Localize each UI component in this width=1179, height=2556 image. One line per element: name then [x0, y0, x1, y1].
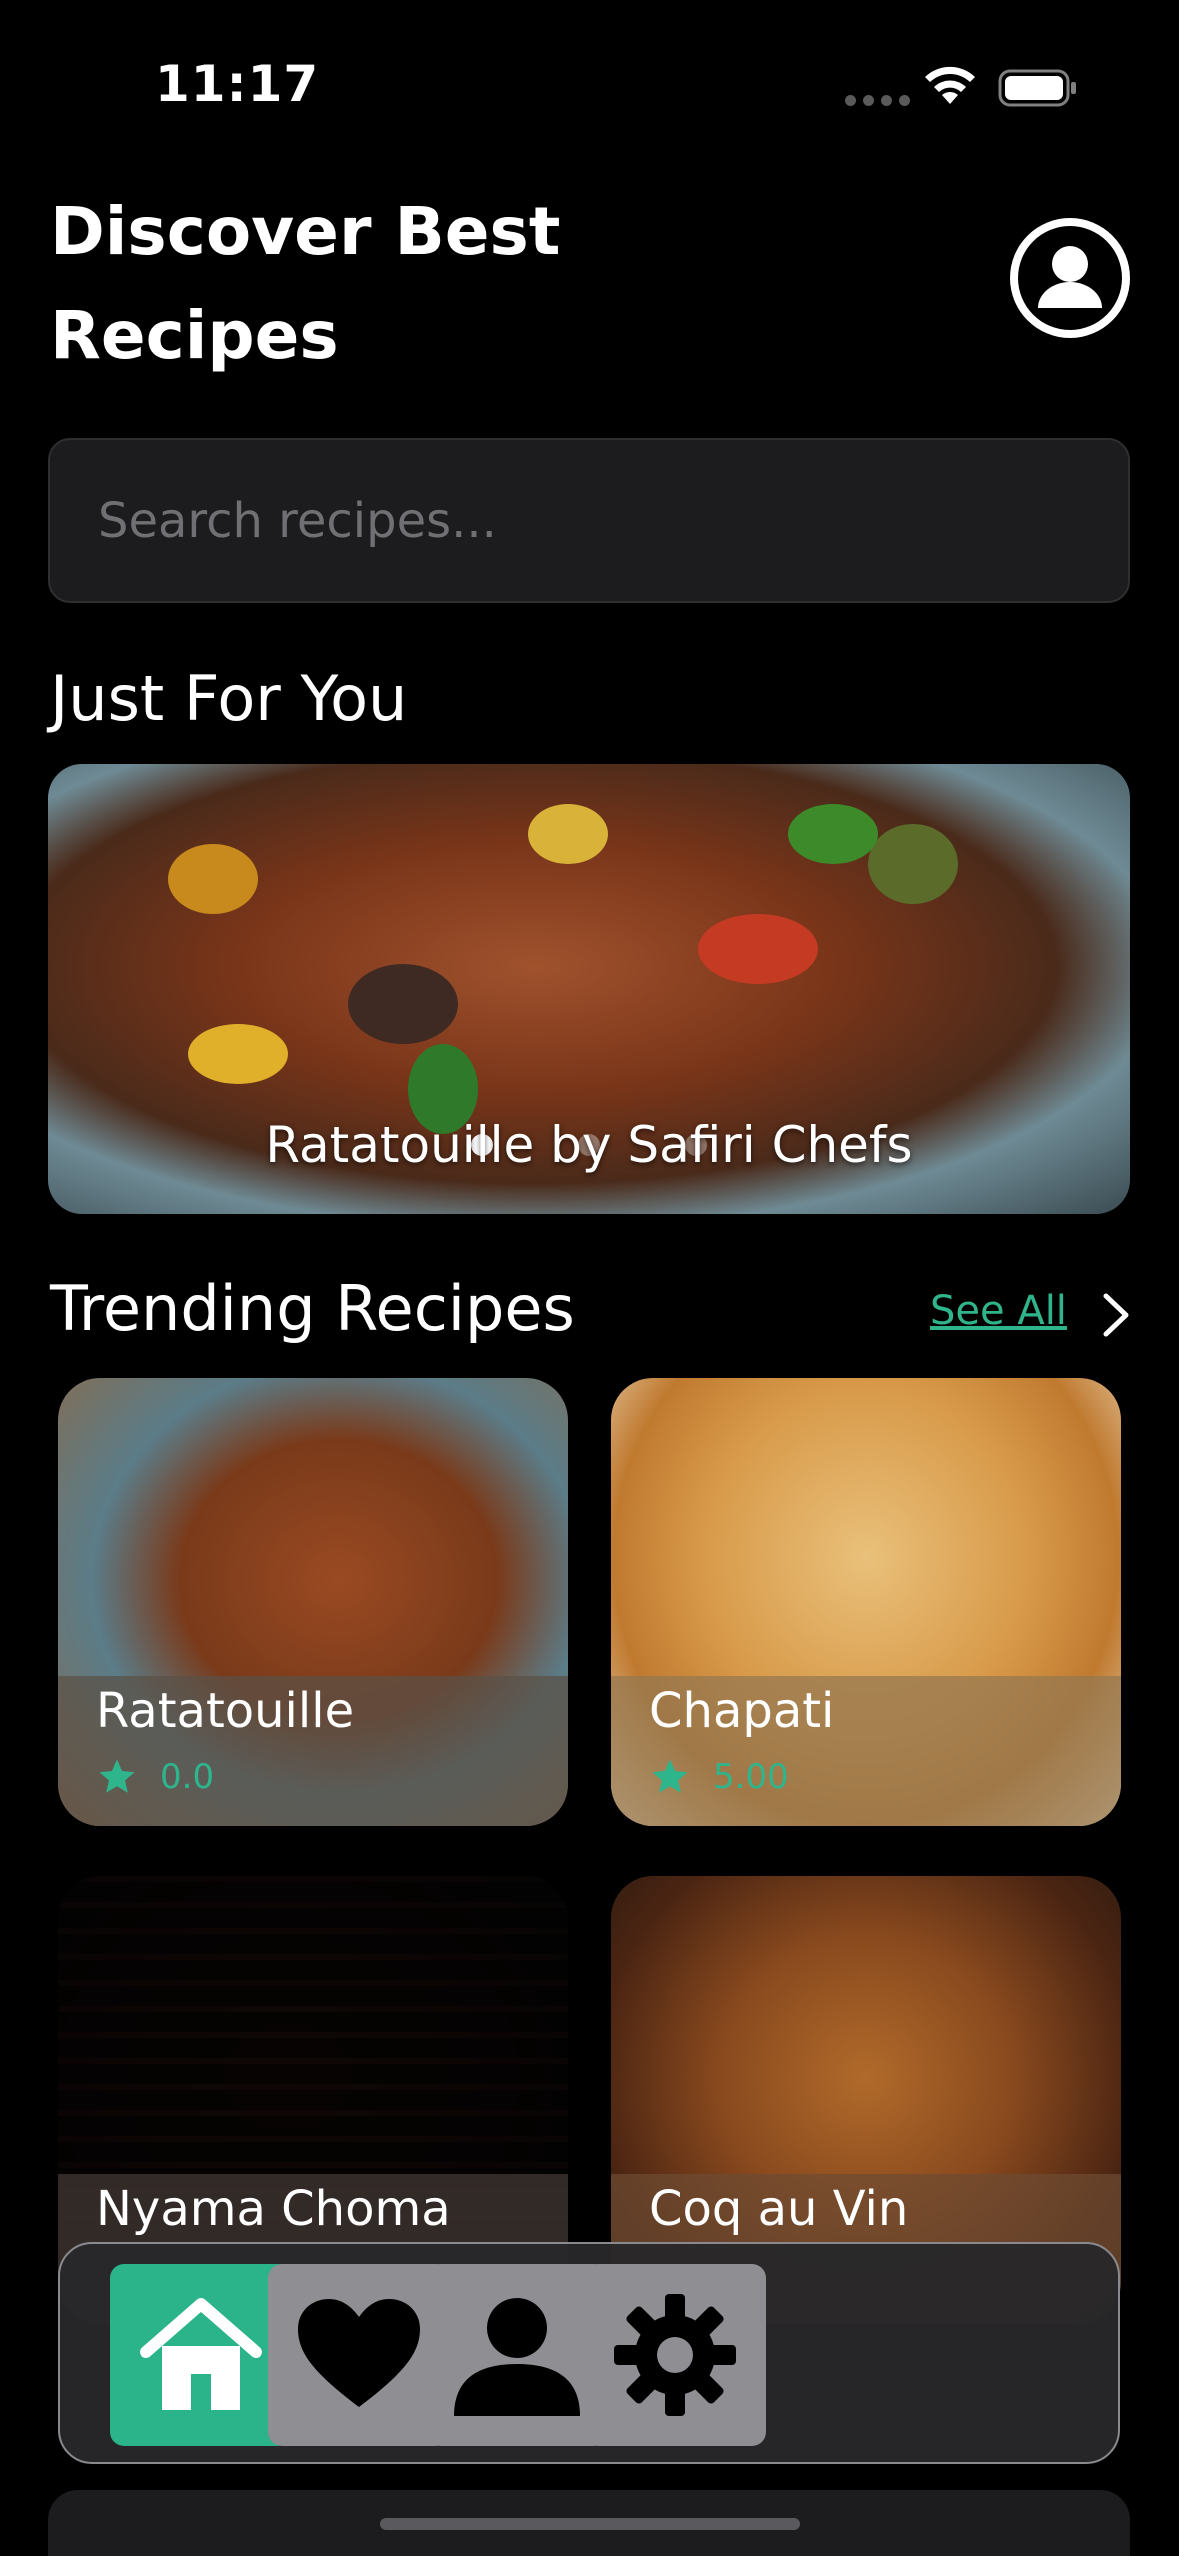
recipe-card-ratatouille[interactable]: Ratatouille 0.0	[58, 1378, 568, 1826]
recipe-name: Ratatouille	[96, 1683, 355, 1739]
star-icon	[652, 1759, 688, 1793]
search-box[interactable]	[48, 438, 1130, 603]
wifi-icon	[925, 66, 975, 104]
just-for-you-heading: Just For You	[50, 662, 408, 735]
page-title: Discover Best Recipes	[50, 193, 561, 374]
rating-value: 5.00	[713, 1757, 789, 1797]
recipe-card-chapati[interactable]: Chapati 5.00	[611, 1378, 1121, 1826]
user-icon	[1018, 226, 1122, 330]
profile-avatar[interactable]	[1010, 218, 1130, 338]
basil-leaf	[788, 804, 878, 864]
home-icon	[140, 2298, 262, 2410]
home-indicator[interactable]	[380, 2518, 800, 2530]
gear-icon	[614, 2294, 736, 2416]
featured-recipe-caption: Ratatouille by Safiri Chefs	[265, 1116, 913, 1174]
nav-favorites-button[interactable]	[268, 2264, 450, 2446]
battery-icon	[998, 69, 1076, 107]
recipe-name: Coq au Vin	[649, 2181, 909, 2237]
rating-value: 0.0	[160, 1757, 215, 1797]
food-image-detail	[868, 824, 958, 904]
nav-settings-button[interactable]	[584, 2264, 766, 2446]
heart-icon	[298, 2299, 420, 2407]
see-all-link[interactable]: See All	[930, 1288, 1067, 1334]
bottom-nav	[58, 2242, 1120, 2464]
recipe-name: Chapati	[649, 1683, 835, 1739]
recipe-rating: 0.0	[96, 1756, 214, 1798]
nav-home-button[interactable]	[110, 2264, 292, 2446]
featured-recipe-banner[interactable]: Ratatouille by Safiri Chefs	[48, 764, 1130, 1214]
food-image-detail	[698, 914, 818, 984]
status-time: 11:17	[155, 55, 320, 113]
nav-profile-button[interactable]	[426, 2264, 608, 2446]
search-input[interactable]	[98, 440, 1078, 601]
food-image-detail	[348, 964, 458, 1044]
recipe-rating: 5.00	[649, 1756, 789, 1798]
star-icon	[99, 1759, 135, 1793]
cellular-signal-icon	[845, 95, 910, 106]
trending-heading: Trending Recipes	[50, 1272, 575, 1345]
food-image	[168, 844, 258, 914]
food-image-detail	[188, 1024, 288, 1084]
user-icon	[454, 2298, 580, 2416]
chevron-right-icon[interactable]	[1096, 1290, 1136, 1340]
status-bar: 11:17	[0, 0, 1179, 150]
recipe-name: Nyama Choma	[96, 2181, 451, 2237]
food-image-detail	[528, 804, 608, 864]
